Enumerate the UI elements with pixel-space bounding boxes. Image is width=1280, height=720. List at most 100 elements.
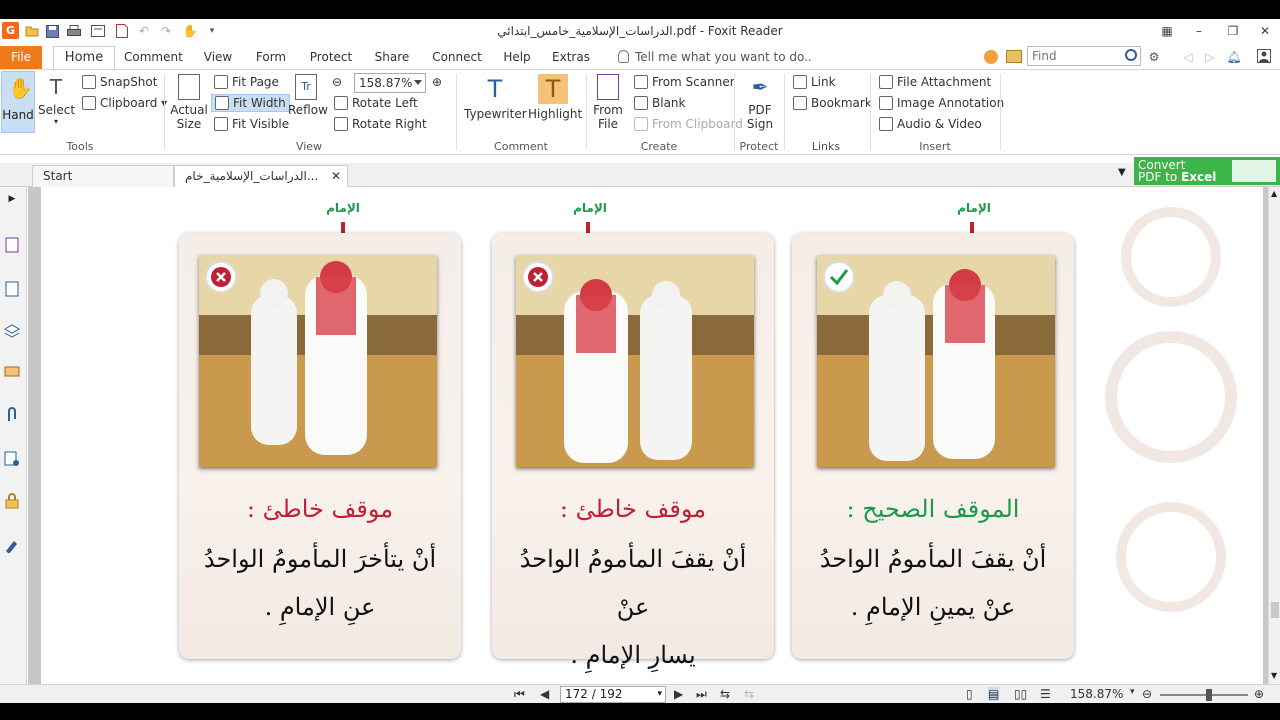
security-lock-icon[interactable] bbox=[2, 491, 22, 511]
convert-line2a: PDF to bbox=[1138, 170, 1182, 184]
tab-form[interactable]: Form bbox=[253, 48, 289, 69]
search-folder-icon[interactable] bbox=[1006, 50, 1022, 63]
ribbon-layout-icon[interactable]: ▦ bbox=[1156, 21, 1178, 41]
pdf-sign-panel-icon[interactable] bbox=[2, 535, 22, 555]
back-arrow-icon[interactable]: ◁ bbox=[1180, 49, 1196, 65]
pdf-sign-button[interactable]: ✒ PDF Sign bbox=[740, 74, 780, 131]
scroll-up-icon[interactable]: ▲ bbox=[1271, 189, 1277, 198]
comments-panel-icon[interactable] bbox=[2, 363, 22, 383]
page-dropdown-icon[interactable]: ▾ bbox=[657, 687, 662, 702]
rotate-right-button[interactable]: Rotate Right bbox=[334, 117, 427, 131]
vertical-scrollbar[interactable]: ▲ ▼ bbox=[1268, 187, 1280, 684]
actual-size-button[interactable]: Actual Size bbox=[170, 74, 208, 131]
tab-home[interactable]: Home bbox=[53, 46, 115, 70]
from-file-button[interactable]: From File bbox=[592, 74, 624, 131]
tab-list-dropdown-icon[interactable]: ▼ bbox=[1118, 167, 1126, 178]
scrollbar-thumb[interactable] bbox=[1271, 602, 1279, 618]
user-account-icon[interactable] bbox=[1256, 48, 1272, 64]
find-input[interactable] bbox=[1028, 47, 1120, 65]
restore-button[interactable]: ❐ bbox=[1222, 21, 1244, 41]
zoom-in-status-icon[interactable]: ⊕ bbox=[1254, 687, 1264, 701]
window-title: الدراسات_الإسلامية_خامس_ابتدائي.pdf - Fo… bbox=[497, 24, 783, 38]
file-attachment-button[interactable]: File Attachment bbox=[879, 75, 991, 89]
document-tab-strip: Start الدراسات_الإسلامية_خام... ✕ ▼ bbox=[0, 163, 1280, 187]
select-dropdown-icon[interactable]: ▾ bbox=[38, 117, 74, 126]
page-number-value: 172 / 192 bbox=[565, 687, 623, 701]
tab-start[interactable]: Start bbox=[32, 165, 174, 187]
zoom-in-icon[interactable]: ⊕ bbox=[432, 75, 442, 89]
scroll-down-icon[interactable]: ▼ bbox=[1271, 671, 1277, 680]
next-page-icon[interactable]: ▶ bbox=[674, 687, 683, 701]
file-menu[interactable]: File bbox=[0, 46, 42, 69]
letterbox-bottom bbox=[0, 703, 1280, 720]
tell-me-box[interactable]: Tell me what you want to do.. bbox=[618, 50, 812, 64]
image-annotation-button[interactable]: Image Annotation bbox=[879, 96, 1004, 110]
facing-page-icon[interactable]: ▯▯ bbox=[1014, 687, 1027, 701]
zoom-select[interactable]: 158.87% bbox=[354, 73, 426, 93]
zoom-slider-knob[interactable] bbox=[1206, 689, 1212, 701]
tab-view[interactable]: View bbox=[200, 48, 236, 69]
minimize-button[interactable]: – bbox=[1188, 21, 1210, 41]
tab-extras[interactable]: Extras bbox=[551, 48, 591, 69]
zoom-out-status-icon[interactable]: ⊖ bbox=[1142, 687, 1152, 701]
attachment-icon bbox=[879, 75, 893, 89]
expand-panel-icon[interactable]: ▶ bbox=[2, 189, 22, 209]
single-page-icon[interactable]: ▯ bbox=[966, 687, 973, 701]
tab-current-document[interactable]: الدراسات_الإسلامية_خام... ✕ bbox=[174, 165, 348, 187]
bookmark-icon bbox=[793, 96, 807, 110]
select-tool-button[interactable]: T Select ▾ bbox=[38, 74, 75, 126]
hand-tool-button[interactable]: ✋ Hand bbox=[1, 71, 35, 133]
clipboard-button[interactable]: Clipboard ▾ bbox=[82, 96, 167, 110]
continuous-page-icon[interactable]: ▤ bbox=[988, 687, 1000, 701]
snapshot-button[interactable]: SnapShot bbox=[82, 75, 157, 89]
create-group-label: Create bbox=[640, 140, 678, 153]
zoom-out-icon[interactable]: ⊖ bbox=[332, 75, 342, 89]
fit-visible-button[interactable]: Fit Visible bbox=[214, 117, 289, 131]
previous-view-icon[interactable]: ⇆ bbox=[720, 687, 730, 701]
layers-panel-icon[interactable] bbox=[2, 321, 22, 341]
from-clipboard-button[interactable]: From Clipboard bbox=[634, 117, 743, 131]
close-button[interactable]: ✕ bbox=[1254, 21, 1276, 41]
fit-page-button[interactable]: Fit Page bbox=[214, 75, 279, 89]
forward-arrow-icon[interactable]: ▷ bbox=[1202, 49, 1218, 65]
next-view-icon[interactable]: ⇆ bbox=[744, 687, 754, 701]
convert-pdf-to-excel-banner[interactable]: Convert PDF to Excel bbox=[1134, 157, 1280, 185]
fit-width-button[interactable]: Fit Width bbox=[211, 94, 290, 112]
zoom-dropdown-icon[interactable]: ▾ bbox=[1130, 687, 1135, 697]
attachments-panel-icon[interactable] bbox=[2, 405, 22, 425]
tab-comment[interactable]: Comment bbox=[124, 48, 183, 69]
signatures-panel-icon[interactable] bbox=[2, 449, 22, 469]
highlight-button[interactable]: T Highlight bbox=[528, 74, 582, 121]
tab-share[interactable]: Share bbox=[373, 48, 411, 69]
pages-panel-icon[interactable] bbox=[2, 279, 22, 299]
close-tab-icon[interactable]: ✕ bbox=[331, 166, 341, 187]
tab-help[interactable]: Help bbox=[502, 48, 532, 69]
card-body: أنْ يقفَ المأمومُ الواحدُ عنْ يسارِ الإم… bbox=[502, 535, 764, 679]
document-view[interactable]: الإمام موقف خاطئ: أنْ يتأخرَ المأمومُ ا… bbox=[28, 187, 1268, 684]
first-page-icon[interactable]: ⏮ bbox=[514, 687, 525, 702]
settings-gear-icon[interactable]: ⚙ bbox=[1146, 49, 1162, 65]
notification-bell-icon[interactable]: 🔔︎ bbox=[1226, 49, 1242, 65]
link-button[interactable]: Link bbox=[793, 75, 836, 89]
typewriter-button[interactable]: T Typewriter bbox=[464, 74, 527, 121]
reflow-button[interactable]: Tr Reflow bbox=[288, 74, 328, 117]
tab-protect[interactable]: Protect bbox=[307, 48, 355, 69]
from-scanner-button[interactable]: From Scanner bbox=[634, 75, 735, 89]
page-number-field[interactable]: 172 / 192 ▾ bbox=[560, 686, 666, 703]
bookmark-button[interactable]: Bookmark bbox=[793, 96, 872, 110]
bookmarks-panel-icon[interactable] bbox=[2, 235, 22, 255]
rotate-left-button[interactable]: Rotate Left bbox=[334, 96, 418, 110]
previous-page-icon[interactable]: ◀ bbox=[540, 687, 549, 701]
continuous-facing-icon[interactable]: ☰ bbox=[1040, 687, 1051, 701]
zoom-percentage[interactable]: 158.87% bbox=[1070, 687, 1123, 701]
heart-icon[interactable] bbox=[984, 50, 998, 64]
tab-connect[interactable]: Connect bbox=[430, 48, 484, 69]
blank-button[interactable]: Blank bbox=[634, 96, 685, 110]
last-page-icon[interactable]: ⏭ bbox=[696, 687, 707, 702]
rotate-left-icon bbox=[334, 96, 348, 110]
find-box[interactable] bbox=[1027, 46, 1141, 66]
card-body-line: أنْ يتأخرَ المأمومُ الواحدُ bbox=[203, 545, 437, 573]
search-icon[interactable] bbox=[1125, 49, 1137, 61]
audio-video-button[interactable]: Audio & Video bbox=[879, 117, 982, 131]
zoom-slider[interactable] bbox=[1160, 689, 1248, 701]
